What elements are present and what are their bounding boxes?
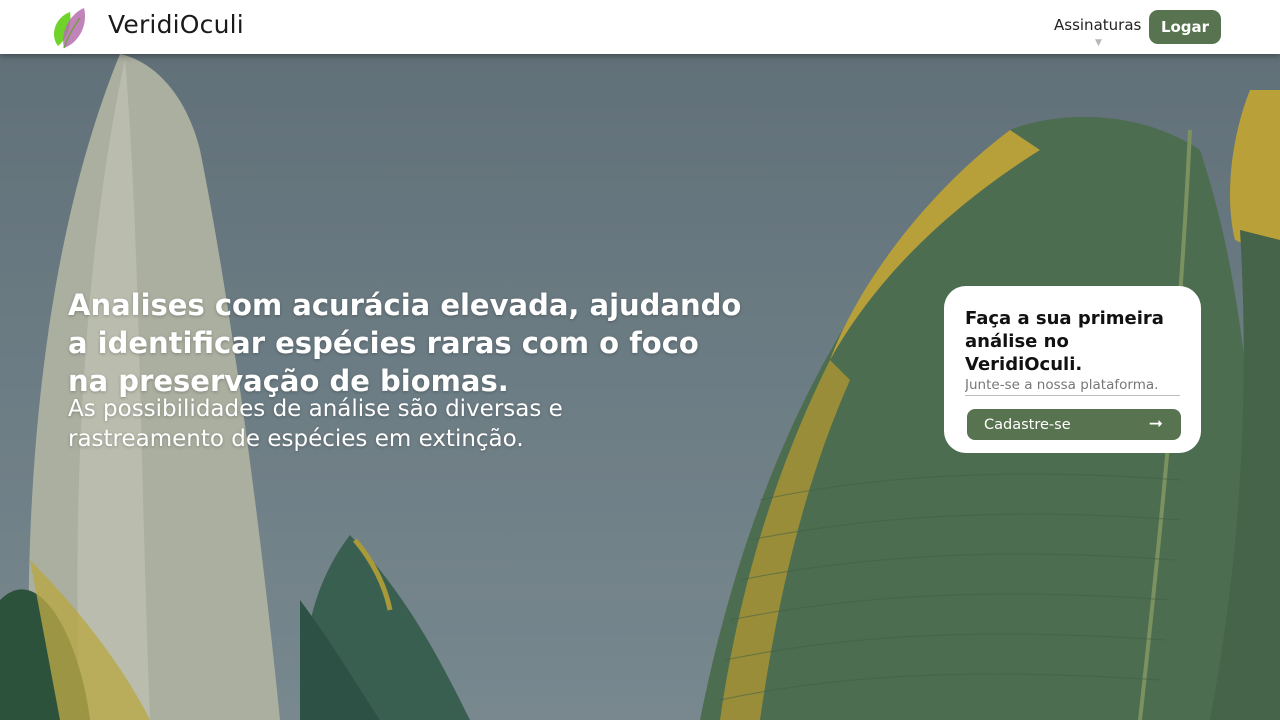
signup-card-title: Faça a sua primeira análise no VeridiOcu… <box>965 308 1164 375</box>
brand-name[interactable]: VeridiOculi <box>108 10 244 39</box>
signup-button-label: Cadastre-se <box>984 416 1071 433</box>
login-button[interactable]: Logar <box>1149 10 1221 44</box>
navbar: VeridiOculi Assinaturas ▼ Logar <box>0 0 1280 54</box>
signup-email-input[interactable] <box>965 374 1180 396</box>
nav-subscriptions-link[interactable]: Assinaturas <box>1054 16 1141 34</box>
signup-card: Faça a sua primeira análise no VeridiOcu… <box>944 286 1201 453</box>
chevron-down-icon: ▼ <box>1095 38 1102 48</box>
signup-button[interactable]: Cadastre-se ➞ <box>967 409 1181 440</box>
arrow-right-icon: ➞ <box>1148 414 1163 434</box>
hero-headline: Analises com acurácia elevada, ajudando … <box>68 288 742 398</box>
hero-subline: As possibilidades de análise são diversa… <box>68 396 563 452</box>
leaf-logo-icon[interactable] <box>50 6 88 50</box>
